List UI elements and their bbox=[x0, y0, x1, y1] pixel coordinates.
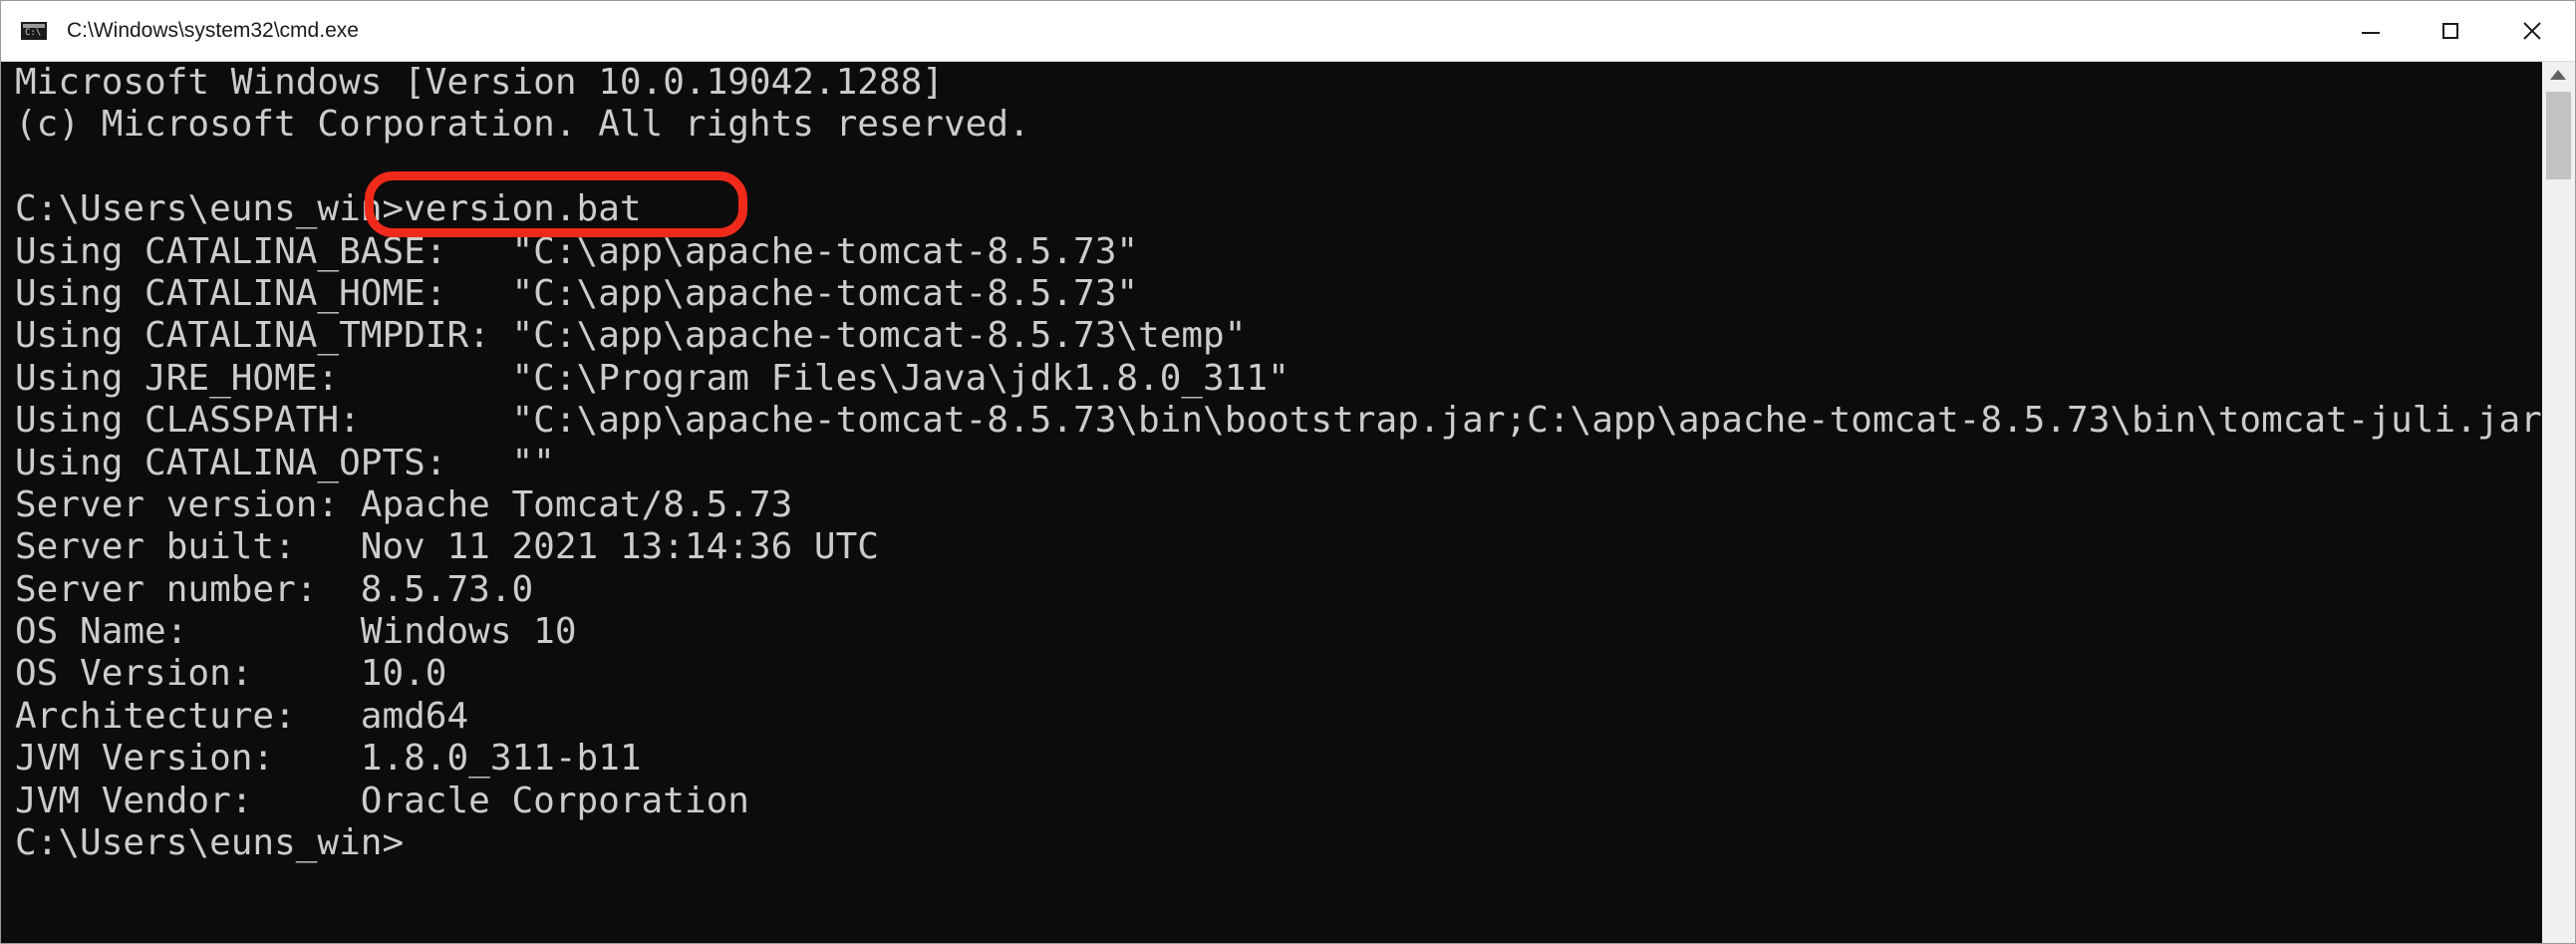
console-line: Architecture: amd64 bbox=[15, 695, 469, 737]
close-button[interactable] bbox=[2492, 1, 2572, 61]
console-line: Using JRE_HOME: "C:\Program Files\Java\j… bbox=[15, 357, 1289, 399]
console-line: OS Name: Windows 10 bbox=[15, 611, 577, 653]
scroll-thumb[interactable] bbox=[2546, 92, 2571, 179]
console-prompt-line: C:\Users\euns_win> bbox=[15, 822, 405, 864]
maximize-icon bbox=[2442, 23, 2458, 39]
console-line: OS Version: 10.0 bbox=[15, 653, 447, 695]
close-icon bbox=[2523, 22, 2541, 40]
highlight-annotation bbox=[365, 171, 747, 237]
console-line: JVM Vendor: Oracle Corporation bbox=[15, 780, 749, 821]
console-line: (c) Microsoft Corporation. All rights re… bbox=[15, 104, 1030, 146]
console-output[interactable]: Microsoft Windows [Version 10.0.19042.12… bbox=[1, 62, 2564, 943]
scroll-up-arrow-icon[interactable] bbox=[2550, 70, 2566, 80]
console-line: Server built: Nov 11 2021 13:14:36 UTC bbox=[15, 526, 879, 568]
console-line: Using CATALINA_TMPDIR: "C:\app\apache-to… bbox=[15, 315, 1247, 357]
console-line: Microsoft Windows [Version 10.0.19042.12… bbox=[15, 62, 944, 103]
vertical-scrollbar[interactable] bbox=[2542, 62, 2575, 943]
cmd-app-icon[interactable]: C:\ bbox=[21, 22, 47, 40]
console-line: Using CLASSPATH: "C:\app\apache-tomcat-8… bbox=[15, 400, 2564, 442]
cmd-window: C:\ C:\Windows\system32\cmd.exe Microsof… bbox=[0, 0, 2576, 944]
maximize-button[interactable] bbox=[2411, 1, 2490, 61]
minimize-button[interactable] bbox=[2331, 1, 2411, 61]
console-line: Server version: Apache Tomcat/8.5.73 bbox=[15, 483, 793, 525]
app-icon-glyph: C:\ bbox=[25, 28, 42, 38]
minimize-icon bbox=[2362, 32, 2380, 34]
console-line: Using CATALINA_OPTS: "" bbox=[15, 442, 555, 483]
console-line: Using CATALINA_HOME: "C:\app\apache-tomc… bbox=[15, 272, 1139, 314]
console-line: JVM Version: 1.8.0_311-b11 bbox=[15, 738, 642, 780]
console-line: Server number: 8.5.73.0 bbox=[15, 568, 534, 610]
window-title: C:\Windows\system32\cmd.exe bbox=[67, 19, 359, 42]
title-bar[interactable]: C:\ C:\Windows\system32\cmd.exe bbox=[1, 1, 2575, 62]
